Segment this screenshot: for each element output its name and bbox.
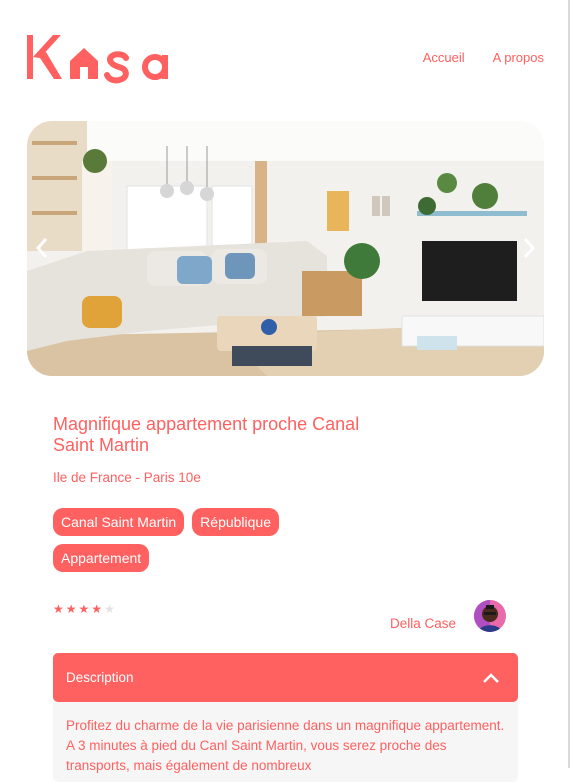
tag-list: Canal Saint Martin République Appartemen… <box>53 508 353 572</box>
star-filled-icon: ★ <box>53 602 64 616</box>
tag: Appartement <box>53 544 150 572</box>
carousel-next-button[interactable] <box>516 231 542 265</box>
host-name: Della Case <box>389 615 456 631</box>
nav-link-about[interactable]: A propos <box>493 50 544 65</box>
rating-stars: ★ ★ ★ ★ ★ <box>53 602 115 616</box>
tag: République <box>192 508 280 536</box>
header: Accueil A propos <box>26 30 544 86</box>
listing-title: Magnifique appartement proche Canal Sain… <box>53 414 360 455</box>
host-info: Della Case <box>390 600 506 632</box>
tag: Canal Saint Martin <box>53 508 185 536</box>
listing-location: Ile de France - Paris 10e <box>53 470 201 485</box>
chevron-up-icon <box>483 672 499 683</box>
description-toggle[interactable]: Description <box>53 653 518 702</box>
image-carousel <box>27 121 544 376</box>
star-empty-icon: ★ <box>104 602 115 616</box>
star-filled-icon: ★ <box>78 602 90 616</box>
main-nav: Accueil A propos <box>423 50 544 65</box>
chevron-left-icon <box>35 238 48 258</box>
description-panel: Profitez du charme de la vie parisienne … <box>53 702 518 782</box>
description-text: Profitez du charme de la vie parisienne … <box>66 718 505 773</box>
carousel-prev-button[interactable] <box>29 231 55 265</box>
chevron-right-icon <box>523 238 536 258</box>
description-title: Description <box>66 670 134 685</box>
kasa-logo[interactable] <box>26 30 176 86</box>
host-avatar <box>474 600 506 632</box>
star-filled-icon: ★ <box>65 602 77 616</box>
apartment-photo <box>27 121 544 376</box>
star-filled-icon: ★ <box>91 602 103 616</box>
nav-link-home[interactable]: Accueil <box>423 50 465 65</box>
